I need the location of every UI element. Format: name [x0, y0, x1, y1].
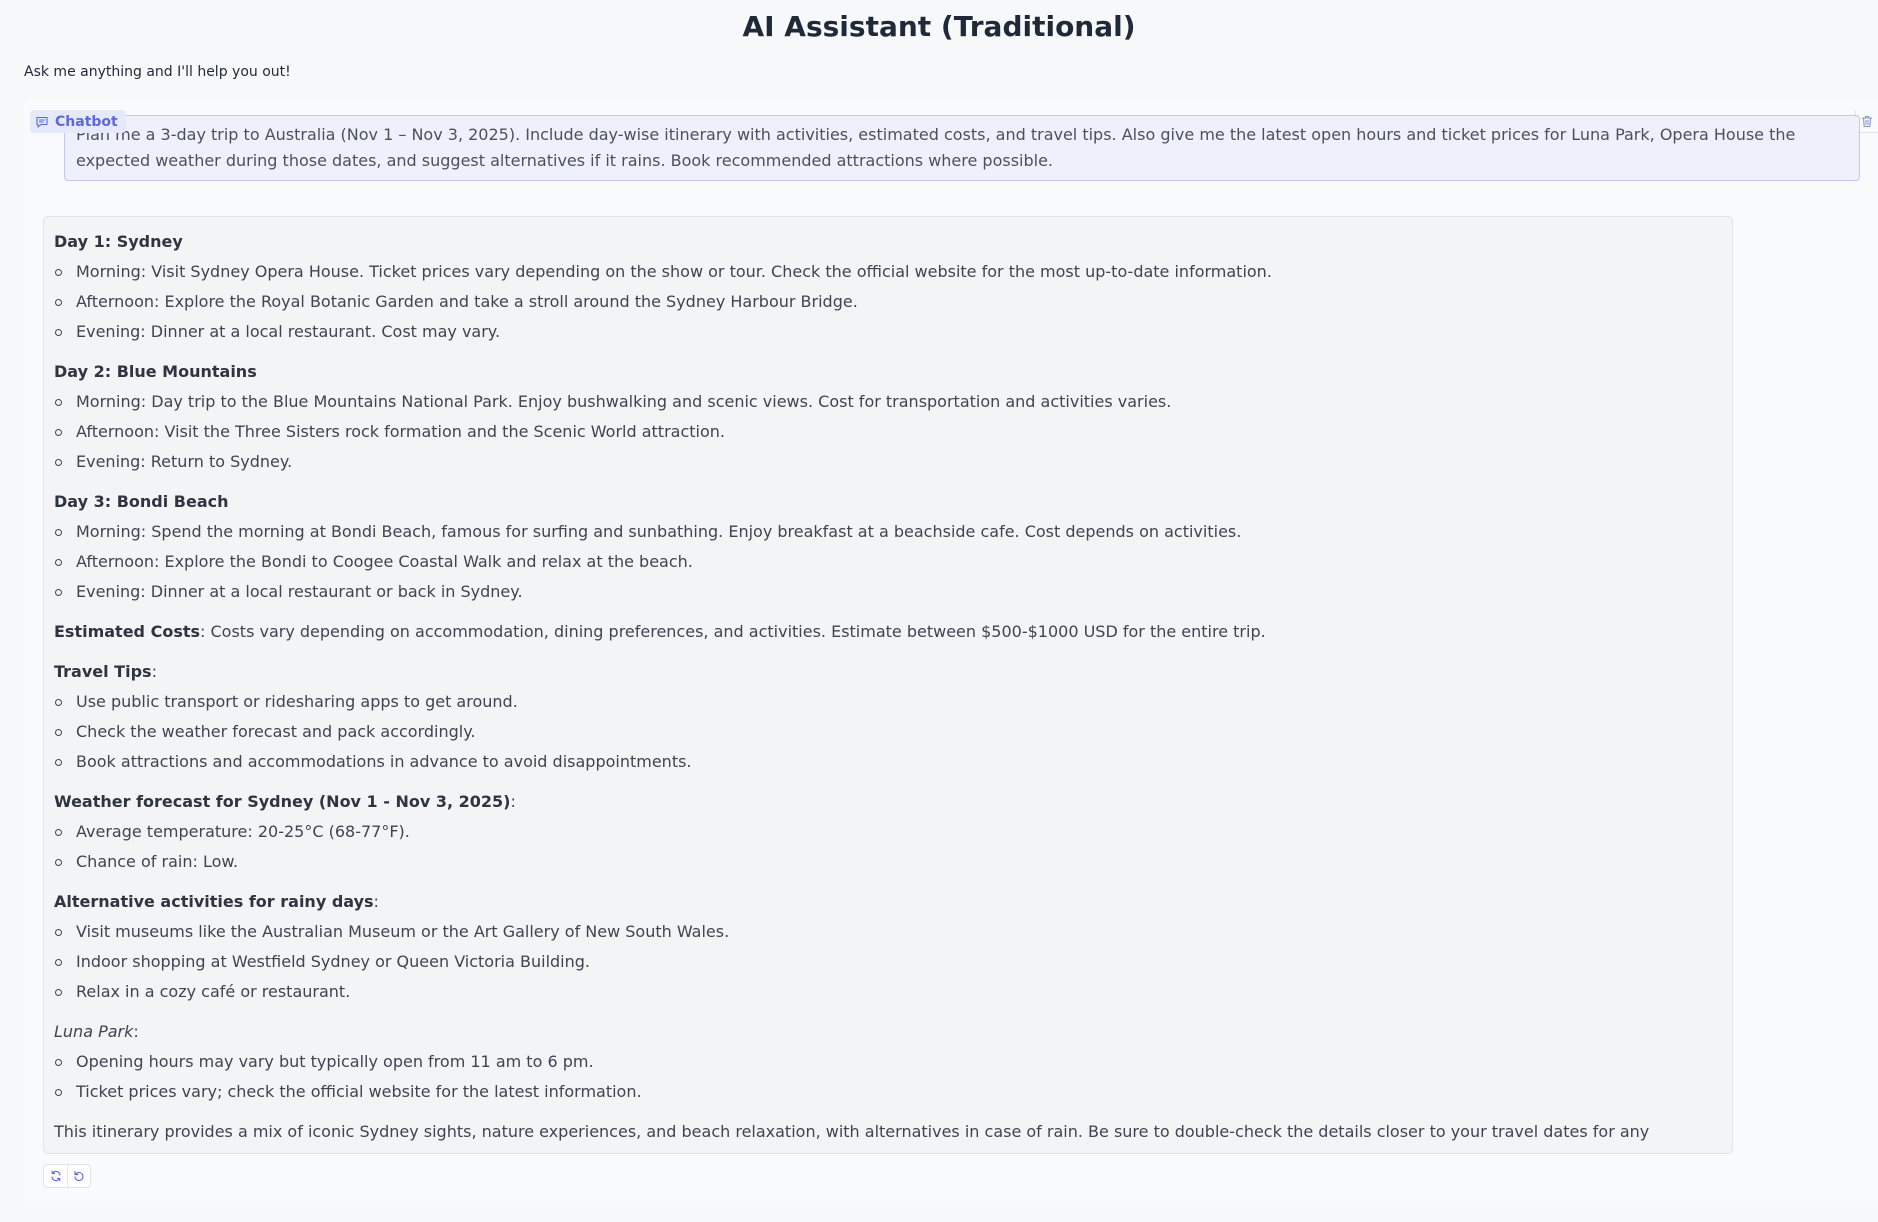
- list-item: Evening: Return to Sydney.: [54, 447, 1722, 477]
- retry-icon: [50, 1170, 61, 1182]
- list-item: Use public transport or ridesharing apps…: [54, 687, 1722, 717]
- tips-label: Travel Tips: [54, 662, 152, 681]
- weather-colon: :: [510, 792, 516, 811]
- chatbot-panel[interactable]: Chatbot Plan me a 3-day trip to Australi…: [24, 100, 1878, 1202]
- day3-list: Morning: Spend the morning at Bondi Beac…: [54, 517, 1722, 607]
- weather-list: Average temperature: 20-25°C (68-77°F). …: [54, 817, 1722, 877]
- weather-label: Weather forecast for Sydney (Nov 1 - Nov…: [54, 792, 511, 811]
- list-item: Relax in a cozy café or restaurant.: [54, 977, 1722, 1007]
- undo-icon: [74, 1171, 84, 1181]
- list-item: Morning: Spend the morning at Bondi Beac…: [54, 517, 1722, 547]
- chatbot-label-text: Chatbot: [55, 113, 118, 130]
- luna-label: Luna Park: [54, 1022, 134, 1041]
- list-item: Check the weather forecast and pack acco…: [54, 717, 1722, 747]
- luna-list: Opening hours may vary but typically ope…: [54, 1047, 1722, 1107]
- luna-park-heading: Luna Park:: [54, 1017, 1722, 1047]
- rainy-label: Alternative activities for rainy days: [54, 892, 374, 911]
- bot-message: Day 1: Sydney Morning: Visit Sydney Oper…: [43, 216, 1733, 1154]
- list-item: Morning: Visit Sydney Opera House. Ticke…: [54, 257, 1722, 287]
- list-item: Chance of rain: Low.: [54, 847, 1722, 877]
- list-item: Evening: Dinner at a local restaurant or…: [54, 577, 1722, 607]
- estimated-costs: Estimated Costs: Costs vary depending on…: [54, 617, 1722, 647]
- costs-label: Estimated Costs: [54, 622, 201, 641]
- luna-colon: :: [133, 1022, 139, 1041]
- user-message: Plan me a 3-day trip to Australia (Nov 1…: [64, 115, 1860, 181]
- undo-button[interactable]: [67, 1165, 90, 1187]
- page-title: AI Assistant (Traditional): [742, 10, 1136, 43]
- day1-list: Morning: Visit Sydney Opera House. Ticke…: [54, 257, 1722, 347]
- chat-icon: [36, 116, 48, 128]
- tips-colon: :: [151, 662, 157, 681]
- travel-tips-heading: Travel Tips:: [54, 657, 1722, 687]
- list-item: Afternoon: Visit the Three Sisters rock …: [54, 417, 1722, 447]
- day1-heading: Day 1: Sydney: [54, 232, 183, 251]
- list-item: Afternoon: Explore the Royal Botanic Gar…: [54, 287, 1722, 317]
- rainy-list: Visit museums like the Australian Museum…: [54, 917, 1722, 1007]
- list-item: Ticket prices vary; check the official w…: [54, 1077, 1722, 1107]
- list-item: Visit museums like the Australian Museum…: [54, 917, 1722, 947]
- message-actions: [43, 1164, 91, 1188]
- list-item: Book attractions and accommodations in a…: [54, 747, 1722, 777]
- rainy-heading: Alternative activities for rainy days:: [54, 887, 1722, 917]
- day2-list: Morning: Day trip to the Blue Mountains …: [54, 387, 1722, 477]
- costs-text: : Costs vary depending on accommodation,…: [200, 622, 1266, 641]
- rainy-colon: :: [373, 892, 379, 911]
- closing-paragraph: This itinerary provides a mix of iconic …: [54, 1122, 1650, 1153]
- page-subtitle: Ask me anything and I'll help you out!: [24, 64, 291, 80]
- retry-button[interactable]: [44, 1165, 67, 1187]
- list-item: Average temperature: 20-25°C (68-77°F).: [54, 817, 1722, 847]
- chatbot-label: Chatbot: [30, 110, 126, 133]
- list-item: Morning: Day trip to the Blue Mountains …: [54, 387, 1722, 417]
- trash-icon: [1862, 115, 1872, 127]
- day2-heading: Day 2: Blue Mountains: [54, 362, 257, 381]
- day3-heading: Day 3: Bondi Beach: [54, 492, 229, 511]
- list-item: Afternoon: Explore the Bondi to Coogee C…: [54, 547, 1722, 577]
- tips-list: Use public transport or ridesharing apps…: [54, 687, 1722, 777]
- list-item: Opening hours may vary but typically ope…: [54, 1047, 1722, 1077]
- weather-heading: Weather forecast for Sydney (Nov 1 - Nov…: [54, 787, 1722, 817]
- list-item: Evening: Dinner at a local restaurant. C…: [54, 317, 1722, 347]
- list-item: Indoor shopping at Westfield Sydney or Q…: [54, 947, 1722, 977]
